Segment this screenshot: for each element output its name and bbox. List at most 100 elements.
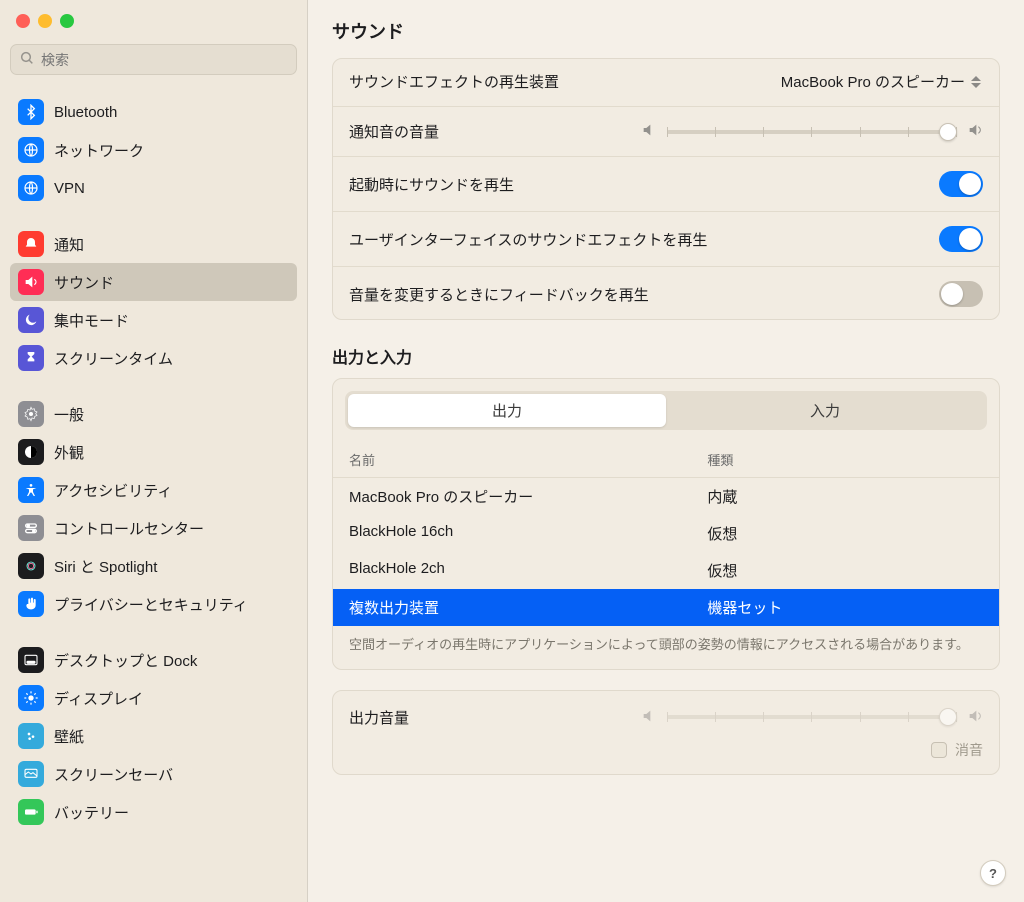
ui-sound-effects-toggle[interactable] <box>939 226 983 252</box>
io-section-title: 出力と入力 <box>332 344 1000 368</box>
sidebar-item-label: 集中モード <box>54 310 129 331</box>
dock-icon <box>18 647 44 673</box>
sidebar-item-battery[interactable]: バッテリー <box>10 793 297 831</box>
page-title: サウンド <box>308 0 1024 58</box>
sidebar: Bluetooth ネットワーク VPN 通知サウンド集中モードスクリーンタイム一般外… <box>0 0 308 902</box>
appearance-icon <box>18 439 44 465</box>
startup-sound-row: 起動時にサウンドを再生 <box>333 156 999 211</box>
alert-volume-row: 通知音の音量 <box>333 106 999 156</box>
volume-feedback-row: 音量を変更するときにフィードバックを再生 <box>333 266 999 319</box>
ui-sound-effects-label: ユーザインターフェイスのサウンドエフェクトを再生 <box>349 229 707 250</box>
io-footnote: 空間オーディオの再生時にアプリケーションによって頭部の姿勢の情報にアクセスされる… <box>333 626 999 669</box>
sidebar-item-network[interactable]: ネットワーク <box>10 131 297 169</box>
sidebar-item-notifications[interactable]: 通知 <box>10 225 297 263</box>
sidebar-item-label: VPN <box>54 180 85 197</box>
sidebar-item-display[interactable]: ディスプレイ <box>10 679 297 717</box>
hand-icon <box>18 591 44 617</box>
sidebar-list: Bluetooth ネットワーク VPN 通知サウンド集中モードスクリーンタイム一般外… <box>0 85 307 902</box>
sound-effects-device-label: サウンドエフェクトの再生装置 <box>349 71 559 92</box>
output-volume-panel: 出力音量 消音 <box>332 690 1000 775</box>
sidebar-item-desktop[interactable]: デスクトップと Dock <box>10 641 297 679</box>
main-content: サウンド サウンドエフェクトの再生装置 MacBook Pro のスピーカー 通… <box>308 0 1024 902</box>
sidebar-item-general[interactable]: 一般 <box>10 395 297 433</box>
hourglass-icon <box>18 345 44 371</box>
sidebar-item-label: Siri と Spotlight <box>54 556 157 577</box>
sidebar-item-vpn[interactable]: VPN <box>10 169 297 207</box>
sidebar-item-label: 外観 <box>54 442 84 463</box>
sidebar-item-bluetooth[interactable]: Bluetooth <box>10 93 297 131</box>
sidebar-item-wallpaper[interactable]: 壁紙 <box>10 717 297 755</box>
device-name: BlackHole 2ch <box>349 560 707 581</box>
device-row[interactable]: BlackHole 2ch仮想 <box>333 552 999 589</box>
device-row[interactable]: BlackHole 16ch仮想 <box>333 515 999 552</box>
screensaver-icon <box>18 761 44 787</box>
tab-output[interactable]: 出力 <box>348 394 666 427</box>
vpn-icon <box>18 175 44 201</box>
alert-volume-slider[interactable] <box>667 130 957 134</box>
column-header-name: 名前 <box>349 450 707 469</box>
window-controls <box>0 0 307 38</box>
sound-effects-device-popup[interactable]: MacBook Pro のスピーカー <box>781 71 983 92</box>
output-volume-thumb <box>939 708 957 726</box>
device-name: MacBook Pro のスピーカー <box>349 486 707 507</box>
output-volume-slider <box>667 715 957 719</box>
search-field[interactable] <box>10 44 297 75</box>
sidebar-item-label: 壁紙 <box>54 726 84 747</box>
volume-feedback-toggle[interactable] <box>939 281 983 307</box>
volume-high-icon <box>967 122 983 141</box>
sidebar-item-label: Bluetooth <box>54 104 117 121</box>
bluetooth-icon <box>18 99 44 125</box>
startup-sound-toggle[interactable] <box>939 171 983 197</box>
tab-input[interactable]: 入力 <box>666 394 984 427</box>
moon-icon <box>18 307 44 333</box>
search-icon <box>19 50 35 69</box>
sidebar-item-controlcenter[interactable]: コントロールセンター <box>10 509 297 547</box>
startup-sound-label: 起動時にサウンドを再生 <box>349 174 514 195</box>
device-type: 仮想 <box>707 523 983 544</box>
help-button[interactable]: ? <box>980 860 1006 886</box>
siri-icon <box>18 553 44 579</box>
sound-effects-device-value: MacBook Pro のスピーカー <box>781 71 965 92</box>
popup-indicator-icon <box>971 73 983 91</box>
device-type: 仮想 <box>707 560 983 581</box>
sound-effects-device-row: サウンドエフェクトの再生装置 MacBook Pro のスピーカー <box>333 59 999 106</box>
device-row[interactable]: MacBook Pro のスピーカー内蔵 <box>333 478 999 515</box>
sidebar-item-label: コントロールセンター <box>54 518 204 539</box>
device-row[interactable]: 複数出力装置機器セット <box>333 589 999 626</box>
device-table-header: 名前 種類 <box>333 440 999 478</box>
sidebar-item-label: ディスプレイ <box>54 688 143 709</box>
device-type: 内蔵 <box>707 486 983 507</box>
sidebar-item-screensaver[interactable]: スクリーンセーバ <box>10 755 297 793</box>
sidebar-item-label: スクリーンタイム <box>54 348 173 369</box>
io-segmented-control: 出力 入力 <box>345 391 987 430</box>
sidebar-item-sound[interactable]: サウンド <box>10 263 297 301</box>
sidebar-item-focus[interactable]: 集中モード <box>10 301 297 339</box>
minimize-window-button[interactable] <box>38 14 52 28</box>
close-window-button[interactable] <box>16 14 30 28</box>
fullscreen-window-button[interactable] <box>60 14 74 28</box>
sidebar-item-label: 一般 <box>54 404 84 425</box>
sidebar-item-label: バッテリー <box>54 802 129 823</box>
gear-icon <box>18 401 44 427</box>
bell-icon <box>18 231 44 257</box>
column-header-type: 種類 <box>707 450 983 469</box>
sidebar-item-accessibility[interactable]: アクセシビリティ <box>10 471 297 509</box>
alert-volume-label: 通知音の音量 <box>349 121 439 142</box>
device-name: 複数出力装置 <box>349 597 707 618</box>
accessibility-icon <box>18 477 44 503</box>
search-input[interactable] <box>41 52 288 68</box>
device-table-body: MacBook Pro のスピーカー内蔵BlackHole 16ch仮想Blac… <box>333 478 999 626</box>
globe-icon <box>18 137 44 163</box>
volume-feedback-label: 音量を変更するときにフィードバックを再生 <box>349 284 649 305</box>
volume-low-icon <box>641 708 657 727</box>
sidebar-item-siri[interactable]: Siri と Spotlight <box>10 547 297 585</box>
switches-icon <box>18 515 44 541</box>
sidebar-item-appearance[interactable]: 外観 <box>10 433 297 471</box>
sidebar-item-screentime[interactable]: スクリーンタイム <box>10 339 297 377</box>
sidebar-item-label: デスクトップと Dock <box>54 650 197 671</box>
volume-low-icon <box>641 122 657 141</box>
alert-volume-thumb[interactable] <box>939 123 957 141</box>
brightness-icon <box>18 685 44 711</box>
sidebar-item-privacy[interactable]: プライバシーとセキュリティ <box>10 585 297 623</box>
device-name: BlackHole 16ch <box>349 523 707 544</box>
